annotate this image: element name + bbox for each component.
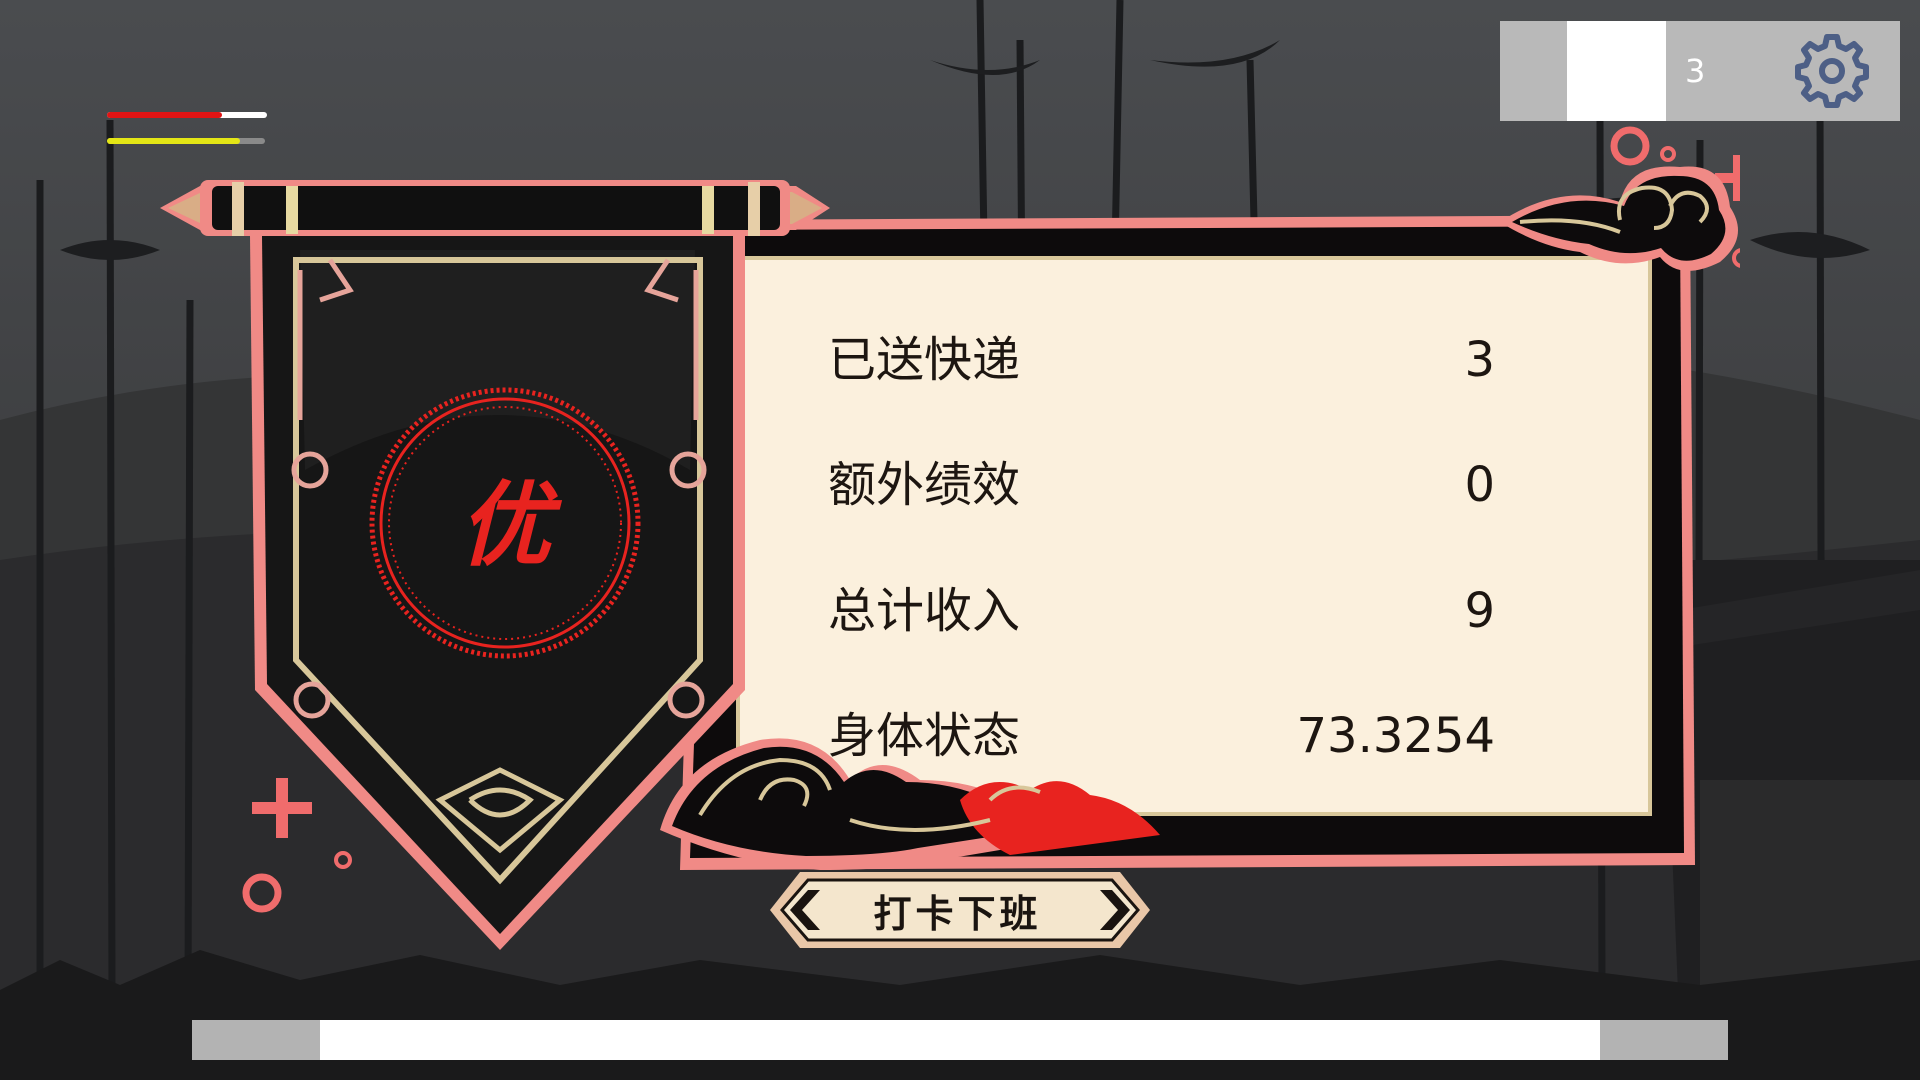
stat-value-bonus: 0 (1464, 457, 1495, 513)
stat-label-bonus: 额外绩效 (828, 457, 1021, 513)
health-bar-fill (107, 112, 223, 118)
item-count: 3 (1685, 52, 1706, 90)
gear-icon[interactable] (1794, 33, 1870, 109)
stat-value-health: 73.3254 (1296, 708, 1496, 764)
stat-label-income: 总计收入 (828, 583, 1021, 639)
stat-value-income: 9 (1464, 583, 1495, 639)
result-panel-frame (160, 126, 1740, 950)
top-hud: 3 (1500, 21, 1900, 121)
stat-label-health: 身体状态 (828, 708, 1021, 764)
stat-label-delivered: 已送快递 (828, 332, 1021, 388)
decor-bottom-left (242, 778, 352, 913)
bottom-progress-bar (192, 1020, 1728, 1060)
clock-out-button[interactable]: 打卡下班 (765, 866, 1150, 962)
stat-value-delivered: 3 (1464, 332, 1495, 388)
item-slot (1567, 21, 1666, 121)
grade-character: 优 (458, 471, 551, 579)
clock-out-label: 打卡下班 (873, 892, 1042, 936)
bottom-progress-fill (320, 1020, 1600, 1060)
health-bar (107, 112, 267, 118)
